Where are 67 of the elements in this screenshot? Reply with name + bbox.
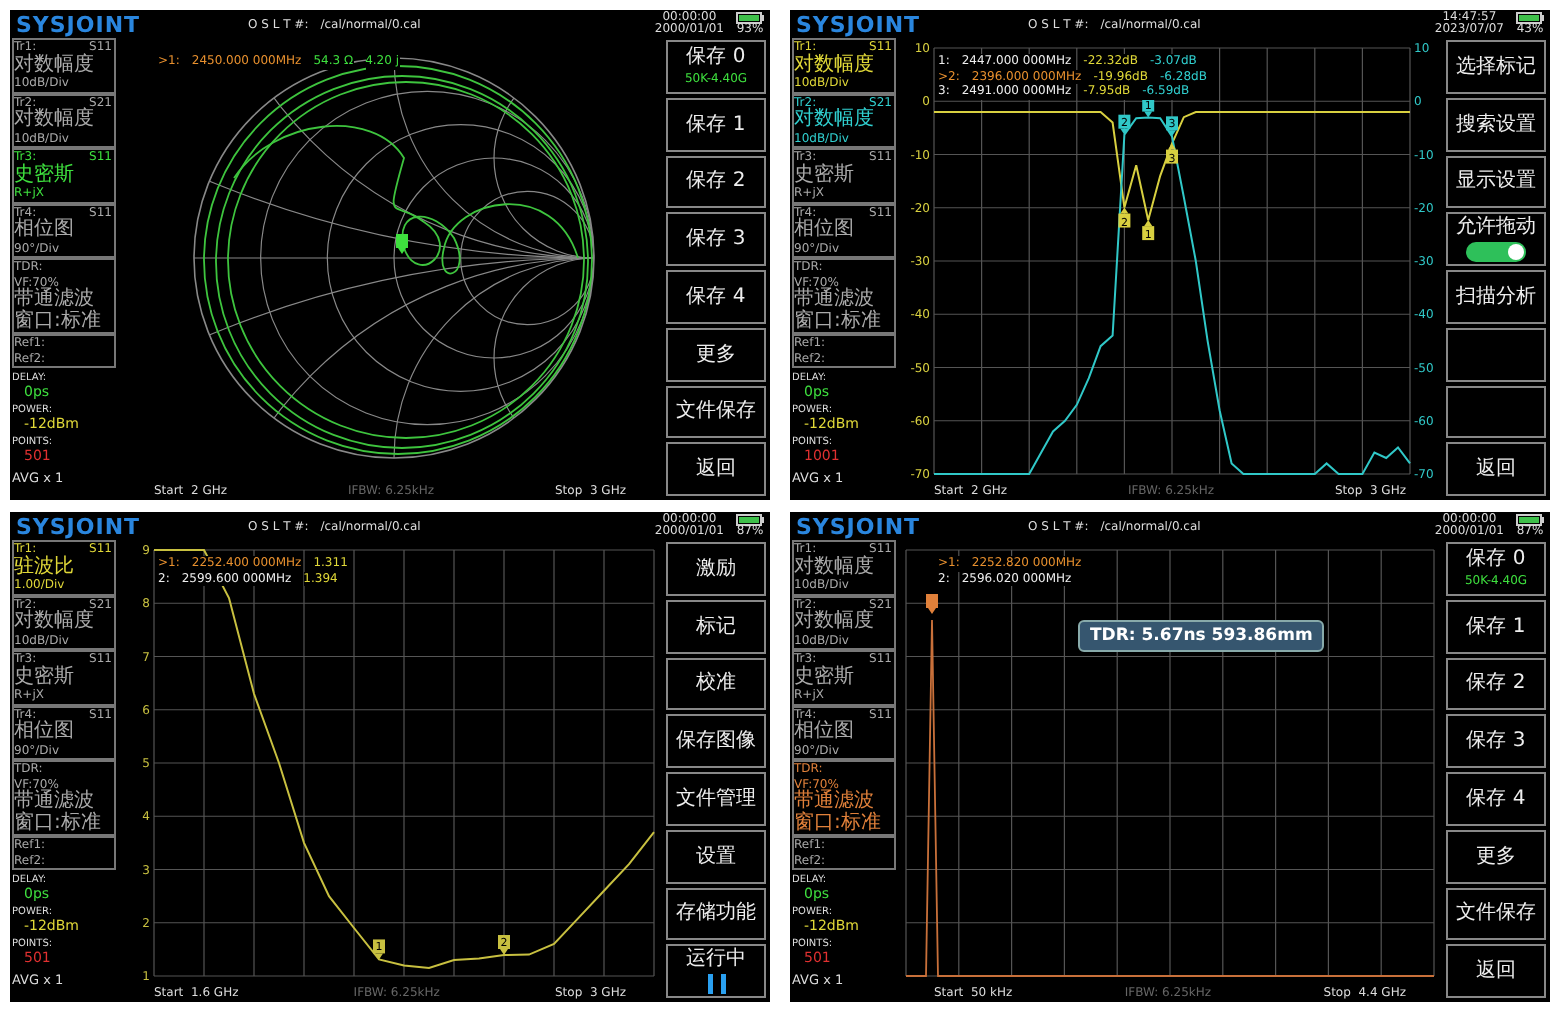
softkey-button[interactable] <box>1446 385 1546 439</box>
softkey-button[interactable]: 选择标记 <box>1446 40 1546 94</box>
softkey-button[interactable]: 保存 4 <box>666 270 766 324</box>
softkey-button[interactable]: 返回 <box>1446 442 1546 496</box>
trace-format: 史密斯 <box>14 667 76 688</box>
trace-format: 对数幅度 <box>14 110 96 131</box>
softkey-button[interactable]: 存储功能 <box>666 887 766 941</box>
tdr-filter: 带通滤波 <box>14 290 94 310</box>
trace-format: 相位图 <box>794 220 856 241</box>
softkey-button[interactable]: 保存 2 <box>1446 657 1546 711</box>
trace-format: 对数幅度 <box>794 110 876 131</box>
softkey-button[interactable]: 保存 1 <box>1446 599 1546 653</box>
softkey-button[interactable]: 文件管理 <box>666 772 766 826</box>
brand-logo: SYSJOINT <box>16 11 143 37</box>
trace-format: 相位图 <box>14 220 76 241</box>
softkey-button[interactable]: 设置 <box>666 829 766 883</box>
trace-format: 对数幅度 <box>794 612 876 633</box>
softkey-button[interactable] <box>1446 327 1546 381</box>
softkey-button[interactable]: 文件保存 <box>666 385 766 439</box>
softkey-button[interactable]: 更多 <box>666 327 766 381</box>
tdr-filter: 带通滤波 <box>794 792 874 812</box>
trace-format: 对数幅度 <box>794 557 876 578</box>
softkey-button[interactable]: 运行中 <box>666 944 766 998</box>
softkey-button[interactable]: 返回 <box>1446 944 1546 998</box>
softkey-button[interactable]: 更多 <box>1446 829 1546 883</box>
tdr-window: 窗口:标准 <box>14 813 112 834</box>
softkey-button[interactable]: 保存 1 <box>666 97 766 151</box>
trace-format: 驻波比 <box>14 557 76 578</box>
softkey-button[interactable]: 保存 3 <box>666 212 766 266</box>
tdr-window: 窗口:标准 <box>794 311 892 332</box>
softkey-button[interactable]: 保存图像 <box>666 714 766 768</box>
trace-format: 相位图 <box>14 722 76 743</box>
trace-format: 史密斯 <box>794 165 856 186</box>
softkey-button[interactable]: 返回 <box>666 442 766 496</box>
softkey-button[interactable]: 保存 3 <box>1446 714 1546 768</box>
brand-logo: SYSJOINT <box>16 513 143 539</box>
pause-icon <box>707 974 725 995</box>
softkey-button[interactable]: 保存 2 <box>666 155 766 209</box>
trace-format: 对数幅度 <box>794 55 876 76</box>
brand-logo: SYSJOINT <box>796 513 923 539</box>
tdr-window: 窗口:标准 <box>14 311 112 332</box>
toggle-switch[interactable] <box>1466 242 1526 263</box>
battery-icon <box>736 513 764 526</box>
softkey-button[interactable]: 标记 <box>666 599 766 653</box>
battery-icon <box>1516 11 1544 24</box>
marker-flag-icon[interactable] <box>926 594 938 614</box>
trace-format: 史密斯 <box>794 667 856 688</box>
softkey-button[interactable]: 搜索设置 <box>1446 97 1546 151</box>
tdr-filter: 带通滤波 <box>794 290 874 310</box>
battery-icon <box>1516 513 1544 526</box>
softkey-button[interactable]: 扫描分析 <box>1446 270 1546 324</box>
softkey-button[interactable]: 校准 <box>666 657 766 711</box>
tdr-readout: TDR: 5.67ns 593.86mm <box>1078 620 1325 652</box>
trace-format: 相位图 <box>794 722 856 743</box>
softkey-button[interactable]: 允许拖动 <box>1446 212 1546 266</box>
softkey-button[interactable]: 激励 <box>666 542 766 596</box>
trace-format: 对数幅度 <box>14 612 96 633</box>
trace-format: 史密斯 <box>14 165 76 186</box>
marker-flag-icon[interactable] <box>396 234 408 254</box>
battery-icon <box>736 11 764 24</box>
tdr-window: 窗口:标准 <box>794 813 892 834</box>
softkey-button[interactable]: 保存 4 <box>1446 772 1546 826</box>
trace-format: 对数幅度 <box>14 55 96 76</box>
tdr-filter: 带通滤波 <box>14 792 94 812</box>
brand-logo: SYSJOINT <box>796 11 923 37</box>
softkey-button[interactable]: 文件保存 <box>1446 887 1546 941</box>
softkey-button[interactable]: 显示设置 <box>1446 155 1546 209</box>
